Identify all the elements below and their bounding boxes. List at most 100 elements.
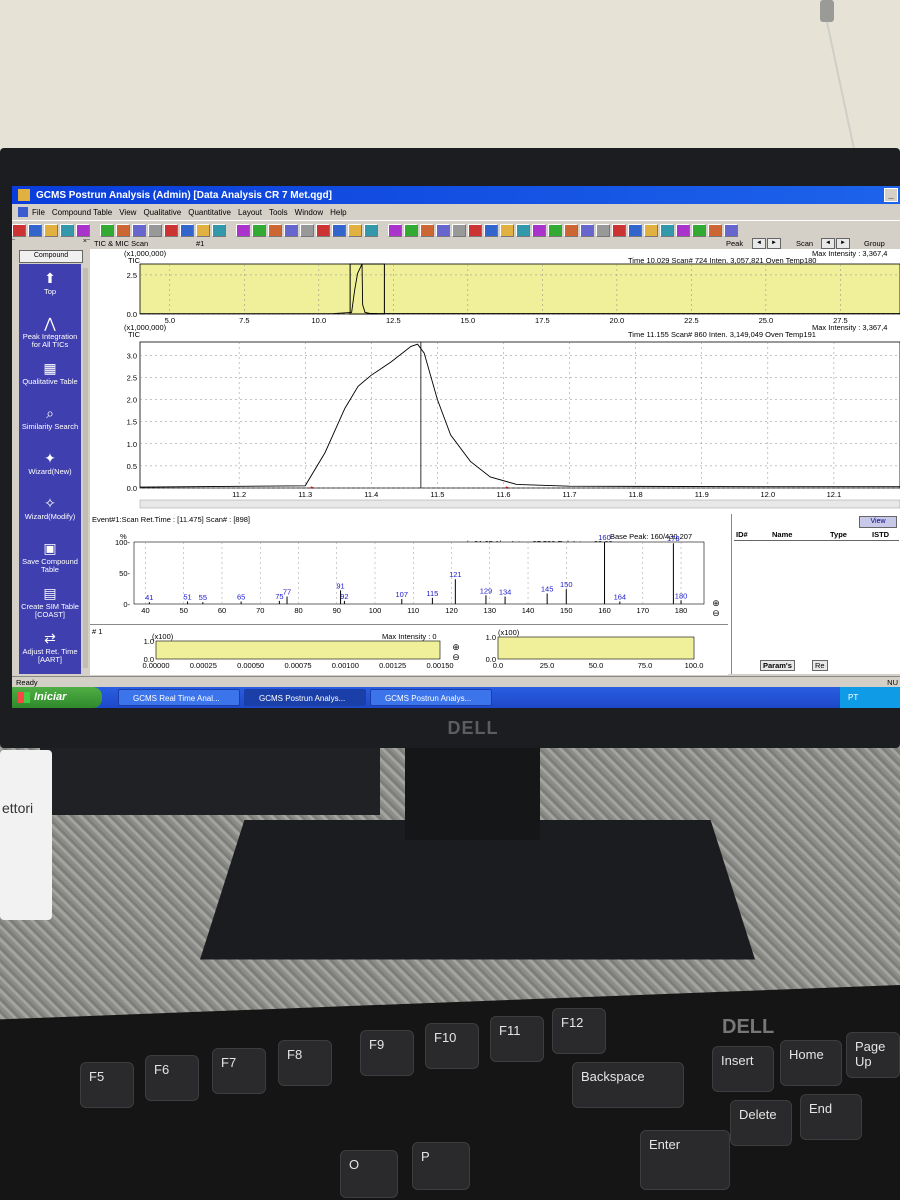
toolbar-button[interactable] [236,223,250,237]
menu-layout[interactable]: Layout [238,208,262,217]
toolbar-button[interactable] [676,223,690,237]
toolbar-button[interactable] [100,223,114,237]
sidebar-item-wizard-modify[interactable]: ✧ Wizard(Modify) [19,495,81,521]
key-f11[interactable]: F11 [490,1016,544,1062]
key-f7[interactable]: F7 [212,1048,266,1094]
toolbar-button[interactable] [196,223,210,237]
toolbar-button[interactable] [364,223,378,237]
toolbar-button[interactable] [628,223,642,237]
key-end[interactable]: End [800,1094,862,1140]
sidebar-item-label: Adjust Ret. Time [AART] [22,647,78,664]
col-name[interactable]: Name [772,530,792,539]
key-f10[interactable]: F10 [425,1023,479,1069]
sidebar-close[interactable]: × [15,238,87,248]
toolbar-button[interactable] [60,223,74,237]
toolbar-button[interactable] [332,223,346,237]
sidebar-item-adjust-rt[interactable]: ⇄ Adjust Ret. Time [AART] [19,630,81,664]
key-enter[interactable]: Enter [640,1130,730,1190]
sidebar-tab-compound[interactable]: Compound [19,250,83,263]
toolbar-button[interactable] [532,223,546,237]
sidebar-scrollbar[interactable] [83,268,88,668]
toolbar-button[interactable] [268,223,282,237]
toolbar-button[interactable] [284,223,298,237]
menu-qualitative[interactable]: Qualitative [143,208,181,217]
menu-tools[interactable]: Tools [269,208,288,217]
toolbar-button[interactable] [316,223,330,237]
task-gcms-postrun-2[interactable]: GCMS Postrun Analys... [370,689,492,706]
menu-help[interactable]: Help [330,208,346,217]
toolbar-button[interactable] [148,223,162,237]
toolbar-button[interactable] [500,223,514,237]
toolbar-button[interactable] [164,223,178,237]
menu-window[interactable]: Window [295,208,323,217]
toolbar-button[interactable] [348,223,362,237]
key-f9[interactable]: F9 [360,1030,414,1076]
toolbar-button[interactable] [28,223,42,237]
key-o[interactable]: O [340,1150,398,1198]
sidebar-item-qualitative-table[interactable]: ▦ Qualitative Table [19,360,81,386]
key-backspace[interactable]: Backspace [572,1062,684,1108]
toolbar-button[interactable] [12,223,26,237]
toolbar-button[interactable] [300,223,314,237]
toolbar-button[interactable] [724,223,738,237]
toolbar-button[interactable] [708,223,722,237]
toolbar-button[interactable] [468,223,482,237]
key-delete[interactable]: Delete [730,1100,792,1146]
sidebar-item-sim-table[interactable]: ▤ Create SIM Table [COAST] [19,585,81,619]
start-button[interactable]: Iniciar [12,687,102,708]
key-f8[interactable]: F8 [278,1040,332,1086]
toolbar-button[interactable] [420,223,434,237]
col-type[interactable]: Type [830,530,847,539]
key-insert[interactable]: Insert [712,1046,774,1092]
toolbar-button[interactable] [116,223,130,237]
toolbar-button[interactable] [404,223,418,237]
col-istd[interactable]: ISTD [872,530,889,539]
key-home[interactable]: Home [780,1040,842,1086]
toolbar-button[interactable] [388,223,402,237]
toolbar-button[interactable] [132,223,146,237]
sidebar-item-save-table[interactable]: ▣ Save Compound Table [19,540,81,574]
menu-quantitative[interactable]: Quantitative [188,208,231,217]
detail-x-tick-label: 11.8 [629,490,643,499]
task-gcms-realtime[interactable]: GCMS Real Time Anal... [118,689,240,706]
toolbar-button[interactable] [548,223,562,237]
toolbar-button[interactable] [516,223,530,237]
tab-params[interactable]: Param's [760,660,795,671]
col-id[interactable]: ID# [736,530,748,539]
sidebar-item-wizard-new[interactable]: ✦ Wizard(New) [19,450,81,476]
toolbar-button[interactable] [76,223,90,237]
toolbar-button[interactable] [580,223,594,237]
toolbar-button[interactable] [564,223,578,237]
toolbar-button[interactable] [484,223,498,237]
menu-compound-table[interactable]: Compound Table [52,208,112,217]
toolbar-button[interactable] [452,223,466,237]
tic-charts[interactable]: 5.0 7.5 10.0 12.5 15.0 17.5 20.0 22.5 25.0 27.5 0.… [90,238,900,514]
toolbar-button[interactable] [252,223,266,237]
bottom-charts[interactable]: 0.00000 0.00025 0.00050 0.00075 0.00100 0.001… [90,625,728,675]
toolbar-button[interactable] [612,223,626,237]
key-f12[interactable]: F12 [552,1008,606,1054]
task-gcms-postrun-1[interactable]: GCMS Postrun Analys... [244,689,366,706]
key-p[interactable]: P [412,1142,470,1190]
tab-re[interactable]: Re [812,660,828,671]
sidebar-item-peak-integration[interactable]: ⋀ Peak Integration for All TICs [19,315,81,349]
key-f6[interactable]: F6 [145,1055,199,1101]
minimize-button[interactable]: _ [884,188,898,202]
sidebar-item-up-arrow[interactable]: ⬆ Top [19,270,81,296]
toolbar-button[interactable] [436,223,450,237]
toolbar-button[interactable] [44,223,58,237]
key-f5[interactable]: F5 [80,1062,134,1108]
toolbar-button[interactable] [644,223,658,237]
toolbar-button[interactable] [660,223,674,237]
toolbar-button[interactable] [180,223,194,237]
sidebar-item-similarity-search[interactable]: ⌕ Similarity Search [19,405,81,431]
menu-file[interactable]: File [32,208,45,217]
mass-spectrum[interactable]: 40 50 60 70 80 90 100 110 120 130 140 150 160 170 180 0… [90,514,728,622]
menu-view[interactable]: View [119,208,136,217]
toolbar-button[interactable] [692,223,706,237]
toolbar-button[interactable] [596,223,610,237]
language-indicator[interactable]: PT [848,693,858,702]
view-button[interactable]: View [859,516,897,528]
key-page-up[interactable]: Page Up [846,1032,900,1078]
toolbar-button[interactable] [212,223,226,237]
